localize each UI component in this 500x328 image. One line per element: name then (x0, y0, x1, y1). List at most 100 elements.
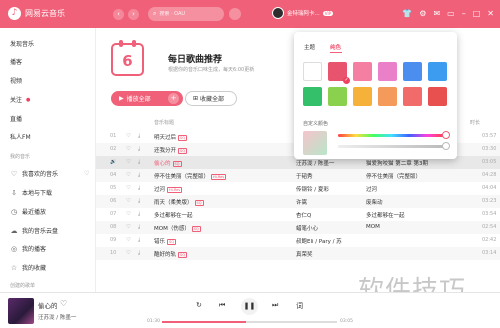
close-icon[interactable]: ✕ (487, 9, 494, 19)
color-swatch[interactable] (353, 87, 372, 106)
add-to-queue-icon[interactable]: + (168, 93, 179, 104)
like-heart-icon[interactable]: ♡ (126, 211, 131, 217)
download-icon[interactable]: ⤓ (138, 159, 140, 166)
loop-mode-icon[interactable]: ↻ (196, 301, 202, 309)
song-album[interactable]: 猫爱狗咬猫 第二章 第3期 (366, 159, 446, 167)
like-heart-icon[interactable]: ♡ (126, 159, 131, 165)
song-artist[interactable]: 叔鲍Eli / Pary / 苏 (296, 237, 362, 245)
vip-badge[interactable]: VIP (322, 10, 334, 16)
download-icon[interactable]: ⤓ (138, 211, 140, 218)
search-box[interactable]: ⌕ (148, 7, 224, 21)
table-row[interactable]: 09 ♡ ⤓ 错乐 SQ 叔鲍Eli / Pary / 苏 02:42 (96, 234, 500, 247)
search-input[interactable] (159, 11, 215, 17)
song-album[interactable]: MOM (366, 224, 446, 230)
song-artist[interactable]: 蜡笔小心 (296, 224, 362, 232)
song-artist[interactable]: 于韬秀 (296, 172, 362, 180)
download-icon[interactable]: ⤓ (138, 224, 140, 231)
color-swatch[interactable] (428, 62, 447, 81)
download-icon[interactable]: ⤓ (138, 172, 140, 179)
sidebar-item-video[interactable]: 视频 (10, 76, 22, 85)
like-heart-icon[interactable]: ♡ (126, 172, 131, 178)
mini-mode-icon[interactable]: ▭ (447, 9, 455, 19)
mail-icon[interactable]: ✉ (433, 9, 440, 19)
previous-track-icon[interactable]: ⏮ (219, 301, 225, 310)
download-icon[interactable]: ⤓ (138, 133, 140, 140)
column-time[interactable]: 时长 (470, 119, 480, 126)
maximize-icon[interactable]: □ (473, 9, 481, 19)
color-swatch[interactable] (378, 87, 397, 106)
saturation-slider[interactable] (338, 145, 445, 148)
color-swatch-selected[interactable]: ✓ (328, 62, 350, 84)
download-icon[interactable]: ⤓ (138, 146, 140, 153)
song-album[interactable]: 多过都够在一起 (366, 211, 446, 219)
color-swatch[interactable] (403, 87, 422, 106)
heartbeat-mode-icon[interactable]: ♡ (84, 170, 89, 177)
like-heart-icon[interactable]: ♡ (60, 299, 67, 308)
tab-solid-color[interactable]: 纯色 (330, 43, 341, 51)
lyrics-icon[interactable]: 词 (296, 301, 303, 311)
collect-all-button[interactable]: ⊞ 收藏全部 (185, 91, 237, 106)
like-heart-icon[interactable]: ♡ (126, 133, 131, 139)
microphone-icon[interactable] (229, 8, 241, 20)
table-row[interactable]: 04 ♡ ⤓ 停不住美丽（完整版） Hi-Res 于韬秀 停不住美丽（完整版） 0… (96, 169, 500, 182)
forward-arrow-icon[interactable]: › (128, 9, 139, 20)
now-playing-artist[interactable]: 汪苏泷 / 陈墨一 (38, 313, 76, 321)
color-swatch[interactable] (303, 87, 322, 106)
song-artist[interactable]: 真荣奖 (296, 250, 362, 258)
user-profile[interactable]: 金特瑞阿卡... VIP (272, 7, 334, 19)
progress-bar[interactable] (162, 321, 337, 323)
song-album[interactable]: 停不住美丽（完整版） (366, 172, 446, 180)
color-swatch[interactable] (353, 62, 372, 81)
album-cover[interactable] (8, 298, 34, 324)
table-row[interactable]: 08 ♡ ⤓ MOM（伤感） SQ 蜡笔小心 MOM 02:54 (96, 221, 500, 234)
sidebar-item-collection[interactable]: ☆ 我的收藏 (10, 263, 46, 273)
tab-theme[interactable]: 主题 (304, 43, 315, 51)
sidebar-item-discover[interactable]: 发现音乐 (10, 39, 34, 48)
like-heart-icon[interactable]: ♡ (126, 224, 131, 230)
hue-slider-handle[interactable] (442, 131, 450, 139)
sidebar-item-fm[interactable]: 私人FM (10, 132, 31, 141)
song-artist[interactable]: 杏仁Q (296, 211, 362, 219)
skin-icon[interactable]: 👕 (402, 9, 412, 19)
table-row[interactable]: 07 ♡ ⤓ 多过都够在一起 杏仁Q 多过都够在一起 03:54 (96, 208, 500, 221)
table-row[interactable]: 06 ♡ ⤓ 雨天（柔美版） SQ 许嵩 废柴动 03:23 (96, 195, 500, 208)
download-icon[interactable]: ⤓ (138, 198, 140, 205)
settings-gear-icon[interactable]: ⚙ (419, 9, 426, 19)
table-row[interactable]: 10 ♡ ⤓ 酷好的轨 SQ 真荣奖 03:14 (96, 247, 500, 260)
song-album[interactable]: 过河 (366, 185, 446, 193)
sidebar-item-local[interactable]: ⇩ 本地与下载 (10, 188, 52, 198)
next-track-icon[interactable]: ⏭ (272, 301, 278, 310)
pause-button[interactable]: ❚❚ (241, 298, 258, 315)
saturation-slider-handle[interactable] (442, 142, 450, 150)
download-icon[interactable]: ⤓ (138, 237, 140, 244)
download-icon[interactable]: ⤓ (138, 250, 140, 257)
color-swatch[interactable] (328, 87, 347, 106)
song-artist[interactable]: 汪苏泷 / 陈墨一 (296, 159, 362, 167)
sidebar-item-follow[interactable]: 关注 ● (10, 95, 30, 105)
now-playing-title[interactable]: 偷心的 (38, 300, 58, 310)
username[interactable]: 金特瑞阿卡... (287, 9, 320, 17)
song-artist[interactable]: 传钢铃 / 夏彩 (296, 185, 362, 193)
song-artist[interactable]: 许嵩 (296, 198, 362, 206)
minimize-icon[interactable]: – (462, 9, 466, 19)
avatar[interactable] (272, 7, 284, 19)
song-album[interactable]: 废柴动 (366, 198, 446, 206)
color-swatch[interactable] (378, 62, 397, 81)
download-icon[interactable]: ⤓ (138, 185, 140, 192)
app-logo[interactable]: ♪ 网易云音乐 (8, 7, 65, 20)
sidebar-item-liked[interactable]: ♡ 我喜欢的音乐 ♡ (10, 169, 90, 179)
hue-slider[interactable] (338, 134, 445, 137)
like-heart-icon[interactable]: ♡ (126, 198, 131, 204)
like-heart-icon[interactable]: ♡ (126, 237, 131, 243)
back-arrow-icon[interactable]: ‹ (113, 9, 124, 20)
sidebar-item-podcast[interactable]: 播客 (10, 57, 22, 66)
sidebar-item-live[interactable]: 直播 (10, 114, 22, 123)
play-all-button[interactable]: ▶ 播放全部 + (111, 91, 183, 106)
like-heart-icon[interactable]: ♡ (126, 146, 131, 152)
table-row[interactable]: 05 ♡ ⤓ 过河 Hi-Res 传钢铃 / 夏彩 过河 04:04 (96, 182, 500, 195)
sidebar-item-cloud[interactable]: ☁ 我的音乐云盘 (10, 226, 59, 236)
color-swatch[interactable] (303, 62, 322, 81)
column-title[interactable]: 音乐标题 (154, 119, 174, 126)
like-heart-icon[interactable]: ♡ (126, 185, 131, 191)
color-swatch[interactable] (403, 62, 422, 81)
